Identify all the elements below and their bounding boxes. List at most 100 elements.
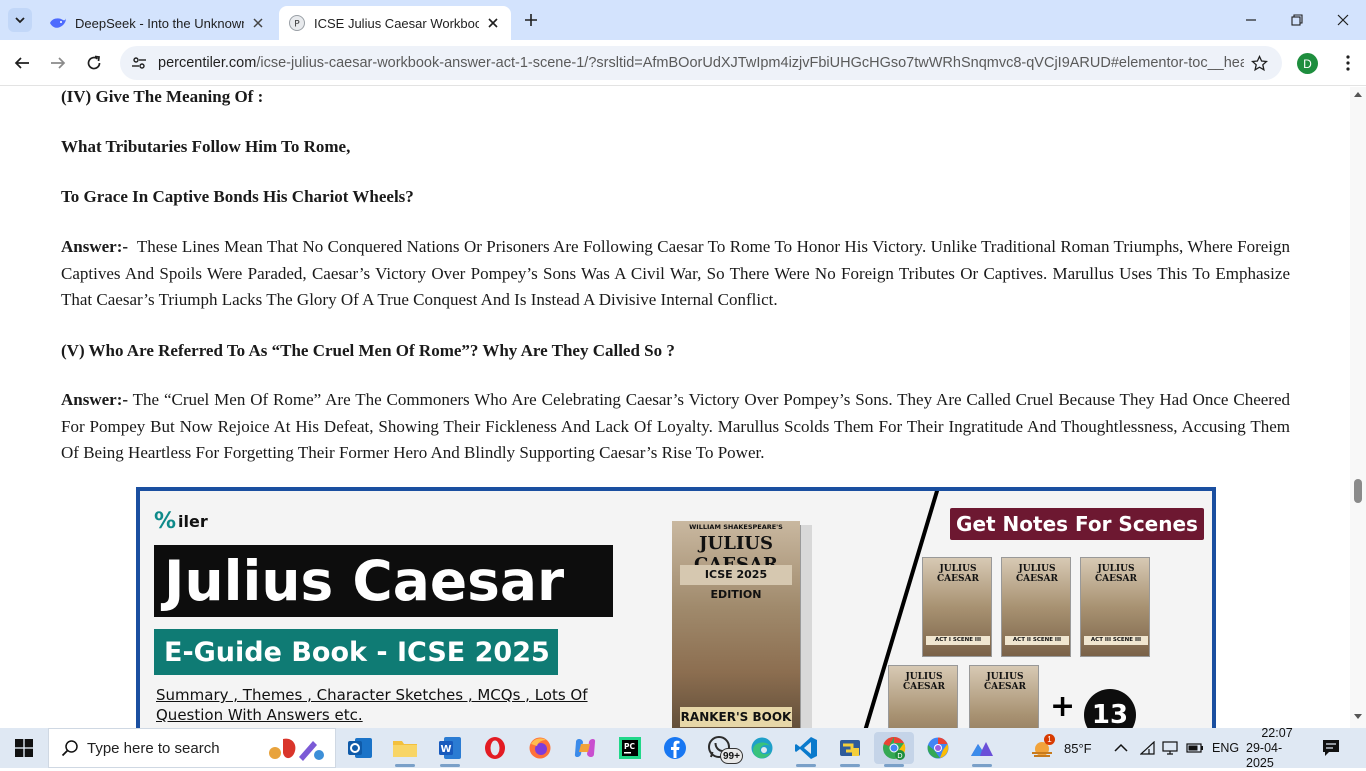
mini-book-title: JULIUS CAESAR <box>903 672 945 692</box>
new-tab-button[interactable] <box>519 8 543 32</box>
kebab-menu-icon <box>1346 55 1350 71</box>
running-indicator <box>796 764 816 767</box>
taskbar-vscode[interactable] <box>786 732 826 767</box>
svg-text:PC: PC <box>624 742 635 751</box>
restore-button[interactable] <box>1274 0 1320 40</box>
taskbar-whatsapp[interactable]: 99+ <box>700 732 743 764</box>
close-icon <box>1337 14 1349 26</box>
reload-button[interactable] <box>79 48 109 78</box>
taskbar-facebook[interactable] <box>655 732 695 764</box>
close-window-button[interactable] <box>1320 0 1366 40</box>
tray-network[interactable] <box>1140 728 1156 768</box>
mini-book-title: JULIUS CAESAR <box>1016 564 1058 584</box>
page-scrollbar[interactable] <box>1350 87 1366 728</box>
svg-text:W: W <box>440 744 451 755</box>
chrome-colorful-icon <box>927 737 949 759</box>
reload-icon <box>87 55 101 70</box>
taskbar-firefox[interactable] <box>520 732 560 764</box>
weather-widget[interactable]: 1 85°F <box>1030 728 1092 768</box>
running-indicator <box>972 764 992 767</box>
opera-icon <box>485 737 505 759</box>
url-text[interactable]: percentiler.com/icse-julius-caesar-workb… <box>158 55 1244 71</box>
tab-title: DeepSeek - Into the Unknown <box>75 15 244 31</box>
close-icon[interactable] <box>250 15 266 31</box>
tab-search-button[interactable] <box>8 8 32 32</box>
answer-5-text: The “Cruel Men Of Rome” Are The Commoner… <box>61 390 1290 462</box>
firefox-icon <box>529 737 551 759</box>
taskbar-outlook[interactable] <box>340 732 380 764</box>
question-4-line-1: What Tributaries Follow Him To Rome, <box>61 137 351 156</box>
mini-book-4: JULIUS CAESAR <box>888 665 958 728</box>
back-button[interactable] <box>7 48 37 78</box>
more-count-badge: 13 <box>1084 689 1136 728</box>
close-icon[interactable] <box>485 15 501 31</box>
taskbar-chrome-2[interactable] <box>918 732 958 764</box>
tab-deepseek[interactable]: DeepSeek - Into the Unknown <box>40 6 276 40</box>
running-indicator <box>840 764 860 767</box>
menu-button[interactable] <box>1333 48 1363 78</box>
percent-logo-icon: % <box>154 509 177 534</box>
taskbar-word[interactable]: W <box>430 732 470 767</box>
mini-book-title: JULIUS CAESAR <box>937 564 979 584</box>
taskbar-edge[interactable] <box>742 732 782 764</box>
copilot-icon <box>574 739 596 757</box>
notifications-button[interactable] <box>1322 728 1340 768</box>
scroll-up-arrow-icon[interactable] <box>1354 91 1362 97</box>
scrollbar-thumb[interactable] <box>1354 479 1362 503</box>
web-page: (IV) Give The Meaning Of : What Tributar… <box>0 87 1350 728</box>
star-icon <box>1250 54 1268 71</box>
edge-icon <box>751 737 773 759</box>
display-icon <box>1162 741 1178 755</box>
svg-text:D: D <box>897 752 902 760</box>
taskbar-app-chart[interactable] <box>962 732 1002 767</box>
running-indicator <box>440 764 460 767</box>
logo-text: iler <box>178 512 208 531</box>
address-bar[interactable]: percentiler.com/icse-julius-caesar-workb… <box>120 46 1282 80</box>
language-indicator[interactable]: ENG <box>1212 728 1239 768</box>
browser-toolbar: percentiler.com/icse-julius-caesar-workb… <box>0 40 1366 86</box>
taskbar-copilot[interactable] <box>565 732 605 764</box>
tray-battery[interactable] <box>1186 728 1204 768</box>
running-indicator <box>395 764 415 767</box>
clock-time: 22:07 <box>1261 725 1293 740</box>
whatsapp-badge: 99+ <box>720 748 743 764</box>
start-button[interactable] <box>0 728 48 768</box>
forward-button[interactable] <box>43 48 73 78</box>
chrome-icon: D <box>883 736 906 760</box>
clock[interactable]: 22:07 29-04-2025 <box>1246 725 1308 770</box>
answer-4-text: These Lines Mean That No Conquered Natio… <box>61 237 1291 309</box>
ebook-banner[interactable]: % iler Julius Caesar E-Guide Book - ICSE … <box>136 487 1216 728</box>
vscode-icon <box>795 737 817 759</box>
tray-display[interactable] <box>1162 728 1178 768</box>
show-hidden-icons-button[interactable] <box>1114 728 1128 768</box>
question-4-line-2: To Grace In Captive Bonds His Chariot Wh… <box>61 187 414 206</box>
taskbar-python[interactable] <box>830 732 870 767</box>
url-host: percentiler.com <box>158 55 257 71</box>
taskbar-chrome[interactable]: D <box>874 732 914 767</box>
profile-avatar[interactable]: D <box>1297 53 1318 74</box>
site-info-icon[interactable] <box>128 52 150 74</box>
banner-subtitle: E-Guide Book - ICSE 2025 <box>154 629 558 675</box>
taskbar-file-explorer[interactable] <box>385 732 425 767</box>
folder-icon <box>393 741 417 757</box>
taskbar-opera[interactable] <box>475 732 515 764</box>
weather-alert-badge: 1 <box>1044 734 1055 745</box>
taskbar-pycharm[interactable]: PC <box>610 732 650 764</box>
language-text: ENG <box>1212 741 1240 755</box>
question-4-heading: (IV) Give The Meaning Of : <box>61 87 264 106</box>
minimize-button[interactable] <box>1228 0 1274 40</box>
bookmark-star-button[interactable] <box>1244 48 1274 78</box>
restore-icon <box>1291 14 1303 26</box>
search-highlight-icon <box>269 738 324 761</box>
plus-icon <box>525 14 537 26</box>
mini-book-act2: JULIUS CAESAR ACT II SCENE III <box>1001 557 1071 657</box>
temperature: 85°F <box>1064 740 1092 756</box>
taskbar-search[interactable]: Type here to search <box>48 728 336 768</box>
banner-description: Summary , Themes , Character Sketches , … <box>156 686 588 724</box>
url-path: /icse-julius-caesar-workbook-answer-act-… <box>256 55 1244 71</box>
windows-taskbar: Type here to search W PC 99+ D 1 85°F EN… <box>0 725 1366 770</box>
tab-julius-caesar[interactable]: P ICSE Julius Caesar Workbook Ar <box>279 6 511 40</box>
scroll-down-arrow-icon[interactable] <box>1354 714 1362 720</box>
question-5-heading: (V) Who Are Referred To As “The Cruel Me… <box>61 341 675 360</box>
book-edition: ICSE 2025 EDITION <box>680 565 792 601</box>
